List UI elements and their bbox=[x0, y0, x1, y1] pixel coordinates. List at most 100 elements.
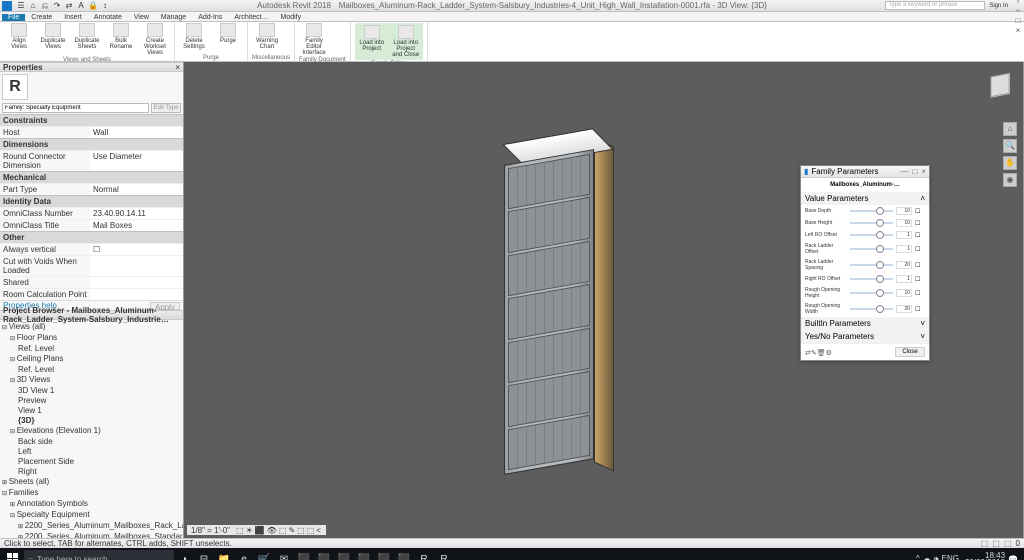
taskbar-item[interactable]: ⊟ bbox=[194, 550, 214, 560]
ribbon-tab[interactable]: Annotate bbox=[88, 14, 128, 21]
footer-icon[interactable]: ⚙ bbox=[826, 350, 832, 357]
pan-icon[interactable]: ✋ bbox=[1003, 156, 1017, 170]
ribbon-tab[interactable]: Modify bbox=[275, 14, 308, 21]
ribbon-button[interactable]: Load intoProject bbox=[357, 25, 387, 58]
ribbon-button[interactable]: Family EditorInterface bbox=[299, 23, 329, 56]
tree-node[interactable]: Specialty Equipment bbox=[2, 510, 181, 521]
notifications-icon[interactable]: 💬 bbox=[1008, 555, 1018, 560]
qat-button[interactable]: ⎌ bbox=[40, 1, 50, 11]
tree-node[interactable]: 3D Views bbox=[2, 375, 181, 386]
status-icon[interactable]: ⬚ bbox=[992, 539, 1000, 548]
close-icon[interactable]: × bbox=[175, 63, 180, 72]
view-control-icon[interactable]: ☀ bbox=[245, 526, 254, 535]
footer-icon[interactable]: 🗑 bbox=[817, 350, 826, 357]
qat-button[interactable]: ☰ bbox=[16, 1, 26, 11]
status-icon[interactable]: ⬚ bbox=[1004, 539, 1012, 548]
qat-button[interactable]: ⌂ bbox=[28, 1, 38, 11]
tree-node[interactable]: Back side bbox=[2, 437, 181, 447]
taskbar-item[interactable]: ⬛ bbox=[334, 550, 354, 560]
tray-icon[interactable]: ^ bbox=[916, 554, 920, 560]
view-control-icon[interactable]: ✎ bbox=[287, 526, 296, 535]
scale-label[interactable]: 1/8" = 1'-0" bbox=[190, 526, 231, 535]
tray-icon[interactable]: ☁ bbox=[923, 554, 931, 560]
ribbon-button[interactable]: DuplicateViews bbox=[38, 23, 68, 56]
tree-node[interactable]: Sheets (all) bbox=[2, 477, 181, 488]
signin-button[interactable]: Sign In bbox=[989, 3, 1008, 9]
taskbar-item[interactable]: R bbox=[414, 550, 434, 560]
close-button[interactable]: Close bbox=[895, 347, 925, 357]
close-icon[interactable]: × bbox=[921, 167, 926, 176]
qat-button[interactable]: 🔒 bbox=[88, 1, 98, 11]
qat-button[interactable]: ↷ bbox=[52, 1, 62, 11]
tree-node[interactable]: 2200_Series_Aluminum_Mailboxes_Rack_Ladd… bbox=[2, 521, 181, 532]
qat-button[interactable]: A bbox=[76, 1, 86, 11]
family-panel-header[interactable]: ▮ Family Parameters — □ × bbox=[801, 166, 929, 178]
view-control-icon[interactable]: ⬛ bbox=[254, 526, 266, 535]
ribbon-button[interactable]: CreateWorkset Views bbox=[140, 23, 170, 56]
properties-header[interactable]: Properties× bbox=[0, 62, 183, 72]
taskbar-item[interactable]: ◑ bbox=[174, 550, 194, 560]
tree-node[interactable]: Preview bbox=[2, 396, 181, 406]
type-selector[interactable] bbox=[2, 103, 149, 113]
builtin-parameters-section[interactable]: BuiltIn Parameters˅ bbox=[801, 317, 929, 330]
view-control-icon[interactable]: ⬚ bbox=[306, 526, 316, 535]
parameter-row[interactable]: Rack Ladder Offset1☐ bbox=[801, 241, 929, 257]
taskbar-item[interactable]: ⬛ bbox=[394, 550, 414, 560]
tree-node[interactable]: Placement Side bbox=[2, 457, 181, 467]
view-control-icon[interactable]: 👁 bbox=[266, 526, 278, 535]
taskbar-item[interactable]: 🛒 bbox=[254, 550, 274, 560]
qat-button[interactable]: ↕ bbox=[100, 1, 110, 11]
parameter-row[interactable]: Rough Opening Width20☐ bbox=[801, 301, 929, 317]
taskbar-item[interactable]: ⬛ bbox=[314, 550, 334, 560]
view-control-icon[interactable]: ⬚ bbox=[296, 526, 306, 535]
ribbon-tab[interactable]: Architect… bbox=[228, 14, 274, 21]
tree-node[interactable]: Floor Plans bbox=[2, 333, 181, 344]
slider[interactable] bbox=[850, 292, 893, 294]
taskbar-item[interactable]: e bbox=[234, 550, 254, 560]
maximize-icon[interactable]: □ bbox=[912, 167, 917, 176]
tree-node[interactable]: Families bbox=[2, 488, 181, 499]
status-icon[interactable]: ⬚ bbox=[981, 539, 989, 548]
ribbon-tab[interactable]: File bbox=[2, 14, 25, 21]
slider[interactable] bbox=[850, 278, 893, 280]
view-cube[interactable] bbox=[985, 70, 1015, 100]
ribbon-button[interactable]: DeleteSettings bbox=[179, 23, 209, 54]
ribbon-button[interactable]: DuplicateSheets bbox=[72, 23, 102, 56]
project-browser[interactable]: Views (all)Floor PlansRef. LevelCeiling … bbox=[0, 320, 183, 538]
tree-node[interactable]: Ref. Level bbox=[2, 344, 181, 354]
taskbar-item[interactable]: ✉ bbox=[274, 550, 294, 560]
tree-node[interactable]: View 1 bbox=[2, 406, 181, 416]
yesno-parameters-section[interactable]: Yes/No Parameters˅ bbox=[801, 330, 929, 343]
project-browser-header[interactable]: Project Browser - Mailboxes_Aluminum-Rac… bbox=[0, 310, 183, 320]
qat-button[interactable]: ⇄ bbox=[64, 1, 74, 11]
tray-icon[interactable]: ENG bbox=[942, 554, 959, 560]
ribbon-tab[interactable]: Create bbox=[25, 14, 58, 21]
orbit-icon[interactable]: ◉ bbox=[1003, 173, 1017, 187]
ribbon-tab[interactable]: View bbox=[128, 14, 155, 21]
ribbon-button[interactable]: Purge bbox=[213, 23, 243, 54]
parameter-row[interactable]: Base Height10☐ bbox=[801, 217, 929, 229]
ribbon-button[interactable]: BulkRename bbox=[106, 23, 136, 56]
slider[interactable] bbox=[850, 210, 893, 212]
tree-node[interactable]: Ceiling Plans bbox=[2, 354, 181, 365]
help-search-input[interactable]: Type a keyword or phrase bbox=[885, 1, 985, 10]
slider[interactable] bbox=[850, 308, 893, 310]
parameter-row[interactable]: Left RO Offset1☐ bbox=[801, 229, 929, 241]
window-control[interactable]: □ bbox=[1012, 16, 1024, 26]
navigation-bar[interactable]: ⌂ 🔍 ✋ ◉ bbox=[1003, 122, 1017, 187]
windows-taskbar[interactable]: ○ Type here to search ◑⊟📁e🛒✉⬛⬛⬛⬛⬛⬛RR ^☁🕪… bbox=[0, 548, 1024, 560]
ribbon-button[interactable]: WarningChart bbox=[252, 23, 282, 54]
taskbar-search[interactable]: ○ Type here to search bbox=[24, 550, 174, 560]
window-control[interactable]: × bbox=[1012, 26, 1024, 36]
tree-node[interactable]: 3D View 1 bbox=[2, 386, 181, 396]
parameter-row[interactable]: Rack Ladder Spacing20☐ bbox=[801, 257, 929, 273]
properties-grid[interactable]: ConstraintsHostWallDimensionsRound Conne… bbox=[0, 114, 183, 300]
parameter-row[interactable]: Rough Opening Height10☐ bbox=[801, 285, 929, 301]
edit-type-button[interactable]: Edit Type bbox=[151, 103, 181, 113]
tree-node[interactable]: Right bbox=[2, 467, 181, 477]
slider[interactable] bbox=[850, 264, 893, 266]
tree-node[interactable]: Left bbox=[2, 447, 181, 457]
taskbar-clock[interactable]: 18:4320/09/2018 bbox=[965, 552, 1005, 560]
parameter-row[interactable]: Base Depth10☐ bbox=[801, 205, 929, 217]
ribbon-button[interactable]: AlignViews bbox=[4, 23, 34, 56]
